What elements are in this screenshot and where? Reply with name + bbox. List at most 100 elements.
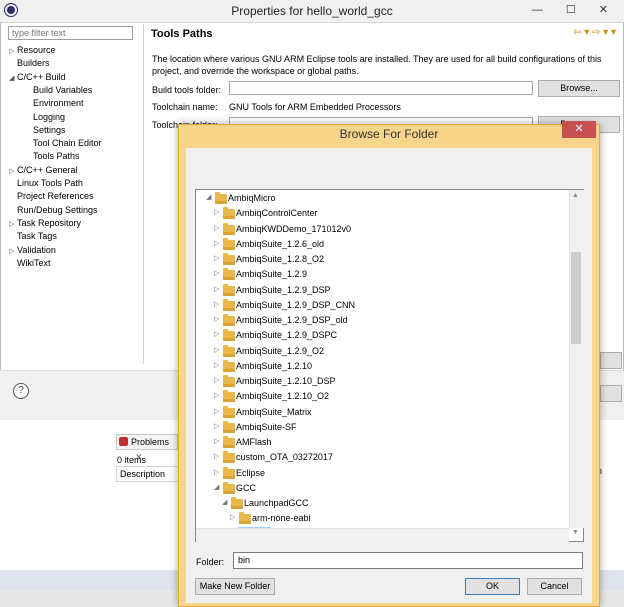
folder-item-label: Eclipse	[236, 467, 266, 478]
scroll-up-icon[interactable]: ▲	[572, 192, 579, 199]
folder-item-label: GCC	[236, 482, 256, 493]
expander-icon[interactable]: ▷	[214, 450, 222, 464]
sidebar-item[interactable]: Build Variables	[25, 85, 92, 95]
column-header-description[interactable]: Description	[116, 466, 186, 482]
expander-icon[interactable]: ▷	[214, 435, 222, 449]
sidebar-item[interactable]: Settings	[25, 125, 66, 135]
sidebar-item[interactable]: Linux Tools Path	[9, 178, 83, 188]
sidebar-item[interactable]: Logging	[25, 112, 65, 122]
expander-icon[interactable]: ▷	[214, 313, 222, 327]
folder-item[interactable]: AmbiqSuite_1.2.9_DSP_old	[236, 313, 348, 327]
expander-icon[interactable]: ▷	[214, 252, 222, 266]
sidebar-item[interactable]: ▷ C/C++ General	[9, 165, 78, 175]
folder-item[interactable]: AmbiqControlCenter	[236, 206, 318, 220]
expander-icon[interactable]: ▷	[9, 47, 17, 55]
sidebar-item[interactable]: ▷ Task Repository	[9, 218, 81, 228]
toolchain-name-label: Toolchain name:	[152, 102, 218, 112]
folder-item[interactable]: AmbiqKWDDemo_171012v0	[236, 222, 351, 236]
folder-item[interactable]: AmbiqSuite_1.2.9_DSP_CNN	[236, 298, 355, 312]
sidebar-item[interactable]: Project References	[9, 191, 94, 201]
filter-input[interactable]	[8, 26, 133, 40]
folder-item[interactable]: AmbiqMicro	[228, 191, 276, 205]
folder-item[interactable]: AmbiqSuite_1.2.9	[236, 267, 307, 281]
help-icon[interactable]: ?	[13, 383, 29, 399]
sidebar-item[interactable]: Builders	[9, 58, 50, 68]
folder-item[interactable]: AMFlash	[236, 435, 272, 449]
sidebar-item[interactable]: ▷ Resource	[9, 45, 56, 55]
make-new-folder-button[interactable]: Make New Folder	[195, 578, 275, 595]
folder-item[interactable]: GCC	[236, 481, 256, 495]
sidebar-item[interactable]: Environment	[25, 98, 84, 108]
expander-icon[interactable]: ◢	[214, 481, 222, 495]
vertical-scrollbar[interactable]	[569, 190, 584, 528]
expander-icon[interactable]: ▷	[214, 466, 222, 480]
folder-input[interactable]: bin	[233, 552, 583, 569]
folder-item[interactable]: AmbiqSuite_1.2.6_old	[236, 237, 324, 251]
expander-icon[interactable]: ▷	[230, 511, 238, 525]
folder-item[interactable]: arm-none-eabi	[252, 511, 311, 525]
folder-item[interactable]: AmbiqSuite_1.2.9_DSP	[236, 283, 331, 297]
folder-item[interactable]: AmbiqSuite_1.2.8_O2	[236, 252, 324, 266]
expander-icon[interactable]: ▷	[214, 374, 222, 388]
browse-button-1[interactable]: Browse...	[538, 80, 620, 97]
dialog-close-button[interactable]: ✕	[562, 121, 596, 138]
sidebar-item[interactable]: Tools Paths	[25, 151, 80, 161]
scroll-down-icon[interactable]: ▼	[572, 529, 579, 536]
expander-icon[interactable]: ▷	[9, 167, 17, 175]
sidebar-item[interactable]: ◢ C/C++ Build	[9, 72, 66, 82]
sidebar-item[interactable]: WikiText	[9, 258, 51, 268]
expander-icon[interactable]: ▷	[214, 267, 222, 281]
sidebar-item[interactable]: Tool Chain Editor	[25, 138, 102, 148]
expander-icon[interactable]: ▷	[214, 344, 222, 358]
folder-item[interactable]: custom_OTA_03272017	[236, 450, 333, 464]
eclipse-icon	[5, 4, 17, 16]
problems-icon	[119, 437, 128, 446]
sash-divider[interactable]	[143, 24, 144, 364]
expander-icon[interactable]: ▷	[214, 405, 222, 419]
expander-icon[interactable]: ▷	[214, 328, 222, 342]
expander-icon[interactable]: ▷	[214, 298, 222, 312]
expander-icon[interactable]: ▷	[214, 389, 222, 403]
folder-icon	[223, 207, 235, 220]
ok-button-partial[interactable]	[600, 385, 622, 402]
folder-item[interactable]: LaunchpadGCC	[244, 496, 309, 510]
expander-icon[interactable]: ▷	[214, 283, 222, 297]
sidebar-item-label: Tools Paths	[33, 151, 80, 162]
sidebar-item[interactable]: Task Tags	[9, 231, 57, 241]
expander-icon[interactable]: ▷	[214, 420, 222, 434]
sidebar-item-label: Settings	[33, 124, 66, 135]
expander-icon[interactable]: ▷	[214, 359, 222, 373]
nav-arrows-icon[interactable]: ⇦ ▾ ⇨ ▾ ▾	[573, 27, 616, 38]
cancel-button[interactable]: Cancel	[527, 578, 582, 595]
expander-icon[interactable]: ▷	[214, 237, 222, 251]
apply-button-partial[interactable]	[600, 352, 622, 369]
expander-icon[interactable]: ▷	[214, 206, 222, 220]
folder-item[interactable]: AmbiqSuite_1.2.9_O2	[236, 344, 324, 358]
page-title: Tools Paths	[151, 28, 213, 40]
folder-item[interactable]: AmbiqSuite_1.2.10	[236, 359, 312, 373]
sidebar-item[interactable]: ▷ Validation	[9, 245, 56, 255]
window-controls[interactable]: — ☐ ✕	[532, 3, 618, 16]
title-bar: Properties for hello_world_gcc	[0, 0, 624, 23]
expander-icon[interactable]: ◢	[222, 496, 230, 510]
expander-icon[interactable]: ▷	[9, 220, 17, 228]
expander-icon[interactable]: ▷	[214, 222, 222, 236]
scrollbar-thumb[interactable]	[571, 252, 581, 344]
expander-icon[interactable]: ◢	[206, 191, 214, 205]
folder-item[interactable]: AmbiqSuite_1.2.9_DSPC	[236, 328, 337, 342]
ok-button[interactable]: OK	[465, 578, 520, 595]
sidebar-item[interactable]: Run/Debug Settings	[9, 205, 98, 215]
folder-item[interactable]: AmbiqSuite_1.2.10_O2	[236, 389, 329, 403]
sidebar-item-label: Validation	[17, 244, 56, 255]
expander-icon[interactable]: ◢	[9, 74, 17, 82]
folder-icon	[223, 436, 235, 448]
horizontal-scrollbar[interactable]	[196, 528, 569, 542]
build-tools-label: Build tools folder:	[152, 85, 222, 95]
sidebar-item-label: Resource	[17, 45, 56, 55]
expander-icon[interactable]: ▷	[9, 247, 17, 255]
build-tools-input[interactable]	[229, 81, 533, 95]
folder-item[interactable]: Eclipse	[236, 466, 265, 480]
folder-item[interactable]: AmbiqSuite_Matrix	[236, 405, 312, 419]
folder-item[interactable]: AmbiqSuite_1.2.10_DSP	[236, 374, 336, 388]
folder-item[interactable]: AmbiqSuite-SF	[236, 420, 297, 434]
